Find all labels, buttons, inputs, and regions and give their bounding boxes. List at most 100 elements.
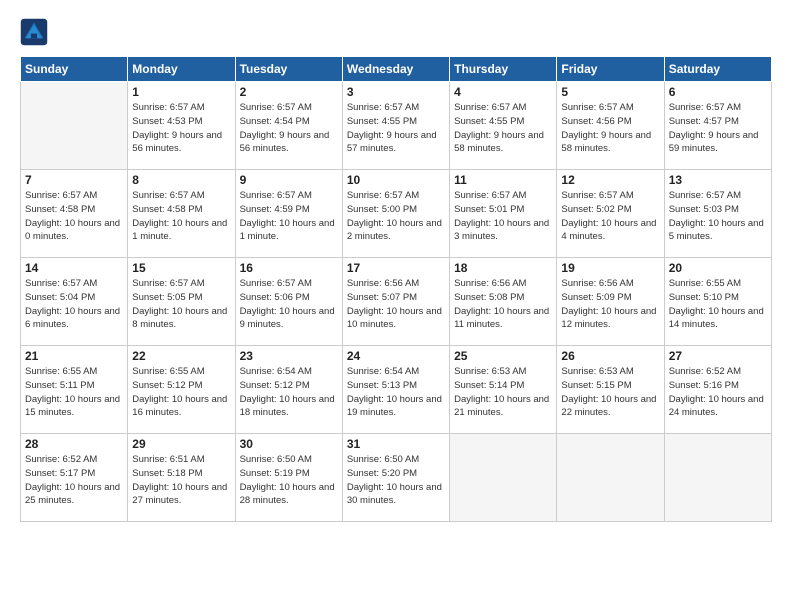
- day-cell: 18Sunrise: 6:56 AMSunset: 5:08 PMDayligh…: [450, 258, 557, 346]
- day-number: 25: [454, 349, 552, 363]
- day-cell: 1Sunrise: 6:57 AMSunset: 4:53 PMDaylight…: [128, 82, 235, 170]
- weekday-saturday: Saturday: [664, 57, 771, 82]
- day-cell: 9 Sunrise: 6:57 AMSunset: 4:59 PMDaylight…: [235, 170, 342, 258]
- day-number: 16: [240, 261, 338, 275]
- day-cell: 7 Sunrise: 6:57 AMSunset: 4:58 PMDaylight…: [21, 170, 128, 258]
- day-number: 6: [669, 85, 767, 99]
- page: SundayMondayTuesdayWednesdayThursdayFrid…: [0, 0, 792, 612]
- day-cell: 17 Sunrise: 6:56 AMSunset: 5:07 PMDayligh…: [342, 258, 449, 346]
- week-row-4: 21 Sunrise: 6:55 AMSunset: 5:11 PMDayligh…: [21, 346, 772, 434]
- day-cell: [21, 82, 128, 170]
- day-info: Sunrise: 6:55 AMSunset: 5:11 PMDaylight:…: [25, 365, 123, 420]
- day-number: 31: [347, 437, 445, 451]
- day-cell: 3Sunrise: 6:57 AMSunset: 4:55 PMDaylight…: [342, 82, 449, 170]
- day-cell: 26 Sunrise: 6:53 AMSunset: 5:15 PMDayligh…: [557, 346, 664, 434]
- day-cell: 29Sunrise: 6:51 AMSunset: 5:18 PMDayligh…: [128, 434, 235, 522]
- day-info: Sunrise: 6:50 AMSunset: 5:19 PMDaylight:…: [240, 453, 338, 508]
- day-info: Sunrise: 6:57 AMSunset: 4:59 PMDaylight:…: [240, 189, 338, 244]
- week-row-1: 1Sunrise: 6:57 AMSunset: 4:53 PMDaylight…: [21, 82, 772, 170]
- logo-icon: [20, 18, 48, 46]
- day-number: 19: [561, 261, 659, 275]
- day-cell: 13 Sunrise: 6:57 AMSunset: 5:03 PMDayligh…: [664, 170, 771, 258]
- day-info: Sunrise: 6:57 AMSunset: 5:06 PMDaylight:…: [240, 277, 338, 332]
- day-info: Sunrise: 6:51 AMSunset: 5:18 PMDaylight:…: [132, 453, 230, 508]
- day-info: Sunrise: 6:57 AMSunset: 5:03 PMDaylight:…: [669, 189, 767, 244]
- day-info: Sunrise: 6:57 AMSunset: 5:02 PMDaylight:…: [561, 189, 659, 244]
- week-row-3: 14Sunrise: 6:57 AMSunset: 5:04 PMDayligh…: [21, 258, 772, 346]
- day-cell: 12 Sunrise: 6:57 AMSunset: 5:02 PMDayligh…: [557, 170, 664, 258]
- weekday-friday: Friday: [557, 57, 664, 82]
- week-row-2: 7 Sunrise: 6:57 AMSunset: 4:58 PMDaylight…: [21, 170, 772, 258]
- day-number: 7: [25, 173, 123, 187]
- day-cell: [664, 434, 771, 522]
- day-cell: 31Sunrise: 6:50 AMSunset: 5:20 PMDayligh…: [342, 434, 449, 522]
- day-number: 24: [347, 349, 445, 363]
- day-number: 8: [132, 173, 230, 187]
- weekday-wednesday: Wednesday: [342, 57, 449, 82]
- day-cell: 28Sunrise: 6:52 AMSunset: 5:17 PMDayligh…: [21, 434, 128, 522]
- day-number: 13: [669, 173, 767, 187]
- day-info: Sunrise: 6:57 AMSunset: 5:04 PMDaylight:…: [25, 277, 123, 332]
- day-number: 21: [25, 349, 123, 363]
- day-number: 2: [240, 85, 338, 99]
- day-info: Sunrise: 6:57 AMSunset: 4:53 PMDaylight:…: [132, 101, 230, 156]
- day-number: 9: [240, 173, 338, 187]
- day-info: Sunrise: 6:52 AMSunset: 5:16 PMDaylight:…: [669, 365, 767, 420]
- day-number: 10: [347, 173, 445, 187]
- day-cell: 27 Sunrise: 6:52 AMSunset: 5:16 PMDayligh…: [664, 346, 771, 434]
- day-cell: 30 Sunrise: 6:50 AMSunset: 5:19 PMDayligh…: [235, 434, 342, 522]
- header: [20, 18, 772, 46]
- day-info: Sunrise: 6:54 AMSunset: 5:13 PMDaylight:…: [347, 365, 445, 420]
- day-cell: 15 Sunrise: 6:57 AMSunset: 5:05 PMDayligh…: [128, 258, 235, 346]
- day-cell: 23 Sunrise: 6:54 AMSunset: 5:12 PMDayligh…: [235, 346, 342, 434]
- day-number: 23: [240, 349, 338, 363]
- day-cell: 8Sunrise: 6:57 AMSunset: 4:58 PMDaylight…: [128, 170, 235, 258]
- day-number: 17: [347, 261, 445, 275]
- day-number: 4: [454, 85, 552, 99]
- logo: [20, 18, 52, 46]
- day-number: 28: [25, 437, 123, 451]
- day-number: 30: [240, 437, 338, 451]
- day-number: 27: [669, 349, 767, 363]
- weekday-monday: Monday: [128, 57, 235, 82]
- day-cell: 19 Sunrise: 6:56 AMSunset: 5:09 PMDayligh…: [557, 258, 664, 346]
- day-cell: [557, 434, 664, 522]
- day-number: 15: [132, 261, 230, 275]
- weekday-thursday: Thursday: [450, 57, 557, 82]
- day-number: 12: [561, 173, 659, 187]
- day-number: 11: [454, 173, 552, 187]
- calendar-table: SundayMondayTuesdayWednesdayThursdayFrid…: [20, 56, 772, 522]
- day-cell: 22Sunrise: 6:55 AMSunset: 5:12 PMDayligh…: [128, 346, 235, 434]
- day-cell: 5 Sunrise: 6:57 AMSunset: 4:56 PMDaylight…: [557, 82, 664, 170]
- day-info: Sunrise: 6:57 AMSunset: 4:58 PMDaylight:…: [25, 189, 123, 244]
- day-cell: 25 Sunrise: 6:53 AMSunset: 5:14 PMDayligh…: [450, 346, 557, 434]
- day-info: Sunrise: 6:57 AMSunset: 5:01 PMDaylight:…: [454, 189, 552, 244]
- day-number: 20: [669, 261, 767, 275]
- weekday-sunday: Sunday: [21, 57, 128, 82]
- day-cell: [450, 434, 557, 522]
- day-info: Sunrise: 6:56 AMSunset: 5:07 PMDaylight:…: [347, 277, 445, 332]
- day-info: Sunrise: 6:57 AMSunset: 4:56 PMDaylight:…: [561, 101, 659, 156]
- day-info: Sunrise: 6:55 AMSunset: 5:10 PMDaylight:…: [669, 277, 767, 332]
- weekday-header-row: SundayMondayTuesdayWednesdayThursdayFrid…: [21, 57, 772, 82]
- day-info: Sunrise: 6:56 AMSunset: 5:09 PMDaylight:…: [561, 277, 659, 332]
- week-row-5: 28Sunrise: 6:52 AMSunset: 5:17 PMDayligh…: [21, 434, 772, 522]
- day-number: 18: [454, 261, 552, 275]
- day-number: 5: [561, 85, 659, 99]
- day-cell: 4Sunrise: 6:57 AMSunset: 4:55 PMDaylight…: [450, 82, 557, 170]
- weekday-tuesday: Tuesday: [235, 57, 342, 82]
- day-cell: 11 Sunrise: 6:57 AMSunset: 5:01 PMDayligh…: [450, 170, 557, 258]
- day-cell: 6 Sunrise: 6:57 AMSunset: 4:57 PMDaylight…: [664, 82, 771, 170]
- day-cell: 16 Sunrise: 6:57 AMSunset: 5:06 PMDayligh…: [235, 258, 342, 346]
- day-cell: 2Sunrise: 6:57 AMSunset: 4:54 PMDaylight…: [235, 82, 342, 170]
- day-info: Sunrise: 6:57 AMSunset: 5:05 PMDaylight:…: [132, 277, 230, 332]
- day-number: 26: [561, 349, 659, 363]
- day-info: Sunrise: 6:57 AMSunset: 4:55 PMDaylight:…: [347, 101, 445, 156]
- day-cell: 21 Sunrise: 6:55 AMSunset: 5:11 PMDayligh…: [21, 346, 128, 434]
- day-info: Sunrise: 6:53 AMSunset: 5:15 PMDaylight:…: [561, 365, 659, 420]
- day-info: Sunrise: 6:53 AMSunset: 5:14 PMDaylight:…: [454, 365, 552, 420]
- day-info: Sunrise: 6:54 AMSunset: 5:12 PMDaylight:…: [240, 365, 338, 420]
- day-info: Sunrise: 6:57 AMSunset: 4:57 PMDaylight:…: [669, 101, 767, 156]
- day-number: 22: [132, 349, 230, 363]
- day-cell: 10Sunrise: 6:57 AMSunset: 5:00 PMDayligh…: [342, 170, 449, 258]
